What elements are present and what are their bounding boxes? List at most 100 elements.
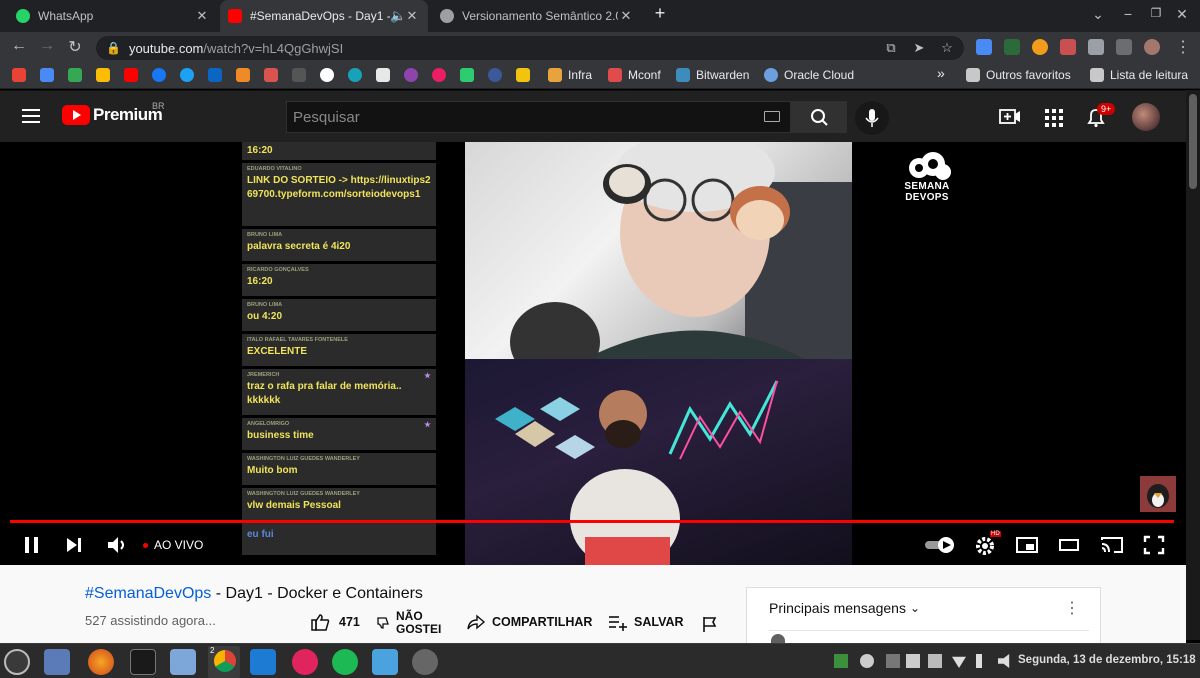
bookmark-icon[interactable] xyxy=(264,68,278,82)
bookmark-icon[interactable] xyxy=(348,68,362,82)
bookmark-icon[interactable] xyxy=(376,68,390,82)
app-icon[interactable] xyxy=(372,649,398,675)
bookmark-icon[interactable] xyxy=(516,68,530,82)
reload-icon[interactable]: ↻ xyxy=(64,37,86,57)
bookmark-star-icon[interactable]: ☆ xyxy=(938,40,956,56)
chat-filter-dropdown[interactable]: Principais mensagens ⌄ xyxy=(769,600,920,616)
volume-icon[interactable] xyxy=(998,654,1010,668)
hashtag-link[interactable]: #SemanaDevOps xyxy=(85,585,211,602)
apps-grid-icon[interactable] xyxy=(1043,107,1065,127)
vscode-icon[interactable] xyxy=(250,649,276,675)
spotify-icon[interactable] xyxy=(332,649,358,675)
tab-semver[interactable]: Versionamento Semântico 2.0 ✕ xyxy=(432,0,642,32)
share-button[interactable]: COMPARTILHAR xyxy=(466,613,592,631)
close-window-icon[interactable]: ✕ xyxy=(1172,6,1192,23)
autoplay-toggle[interactable] xyxy=(924,536,956,554)
bookmark-infra[interactable]: Infra xyxy=(548,68,592,82)
drive-icon[interactable] xyxy=(68,68,82,82)
photos-icon[interactable] xyxy=(96,68,110,82)
cast-icon[interactable] xyxy=(1100,535,1124,555)
youtube-logo[interactable]: Premium BR xyxy=(62,101,165,125)
close-icon[interactable]: ✕ xyxy=(404,8,420,24)
open-external-icon[interactable]: ⧉ xyxy=(882,40,900,56)
evernote-icon[interactable] xyxy=(460,68,474,82)
reading-list[interactable]: Lista de leitura xyxy=(1090,68,1188,82)
send-icon[interactable]: ➤ xyxy=(910,40,928,56)
youtube-icon[interactable] xyxy=(124,68,138,82)
firefox-icon[interactable] xyxy=(88,649,114,675)
live-progress-bar[interactable] xyxy=(10,520,1174,523)
show-desktop-icon[interactable] xyxy=(44,649,70,675)
like-button[interactable]: 471 xyxy=(311,613,360,631)
dislike-button[interactable]: NÃO GOSTEI xyxy=(376,610,441,636)
speaker-icon[interactable]: 🔈 xyxy=(390,8,406,24)
chat-app-icon[interactable] xyxy=(292,649,318,675)
extension-icon[interactable] xyxy=(1060,39,1076,55)
live-indicator[interactable]: AO VIVO xyxy=(143,538,203,552)
volume-icon[interactable] xyxy=(106,535,128,555)
extension-icon[interactable] xyxy=(1004,39,1020,55)
theater-mode-icon[interactable] xyxy=(1058,535,1080,555)
miniplayer-icon[interactable] xyxy=(1016,535,1038,555)
close-icon[interactable]: ✕ xyxy=(194,8,210,24)
keyboard-icon[interactable] xyxy=(764,111,780,122)
bookmark-icon[interactable] xyxy=(488,68,502,82)
facebook-icon[interactable] xyxy=(152,68,166,82)
linkedin-icon[interactable] xyxy=(208,68,222,82)
translate-icon[interactable] xyxy=(40,68,54,82)
medium-icon[interactable] xyxy=(320,68,334,82)
dribbble-icon[interactable] xyxy=(432,68,446,82)
more-options-icon[interactable]: ⋮ xyxy=(1064,598,1080,618)
wifi-icon[interactable] xyxy=(952,656,966,668)
bookmark-bitwarden[interactable]: Bitwarden xyxy=(676,68,749,82)
twitter-icon[interactable] xyxy=(180,68,194,82)
bookmark-oracle-cloud[interactable]: Oracle Cloud xyxy=(764,68,854,82)
more-bookmarks-button[interactable]: » xyxy=(937,65,945,81)
bookmark-icon[interactable] xyxy=(236,68,250,82)
tab-search-icon[interactable]: ⌄ xyxy=(1088,6,1108,23)
page-scrollbar[interactable] xyxy=(1186,90,1200,640)
profile-avatar[interactable] xyxy=(1144,39,1160,55)
search-button[interactable] xyxy=(791,101,847,133)
settings-icon[interactable] xyxy=(975,535,997,557)
terminal-icon[interactable] xyxy=(130,649,156,675)
puzzle-icon[interactable] xyxy=(1088,39,1104,55)
mint-menu-icon[interactable] xyxy=(4,649,30,675)
gmail-icon[interactable] xyxy=(12,68,26,82)
avatar[interactable] xyxy=(1132,103,1160,131)
tray-icon[interactable] xyxy=(834,654,848,668)
new-tab-button[interactable]: + xyxy=(650,3,670,24)
extension-icon[interactable] xyxy=(1032,39,1048,55)
close-icon[interactable]: ✕ xyxy=(618,8,634,24)
translate-icon[interactable] xyxy=(976,39,992,55)
search-input[interactable] xyxy=(293,108,753,126)
fullscreen-icon[interactable] xyxy=(1143,535,1165,555)
shield-icon[interactable] xyxy=(928,654,942,668)
next-icon[interactable] xyxy=(64,535,84,555)
channel-thumbnail[interactable] xyxy=(1140,476,1176,512)
pause-icon[interactable] xyxy=(22,535,42,555)
video-player[interactable]: 16:20 EDUARDO VITALINO LINK DO SORTEIO ->… xyxy=(0,142,1186,565)
reading-list-icon[interactable] xyxy=(1116,39,1132,55)
save-button[interactable]: SALVAR xyxy=(608,613,684,631)
bluetooth-icon[interactable] xyxy=(886,654,900,668)
report-flag-icon[interactable] xyxy=(701,615,719,633)
minimize-icon[interactable]: − xyxy=(1118,6,1138,22)
scrollbar-thumb[interactable] xyxy=(1189,94,1197,189)
files-icon[interactable] xyxy=(170,649,196,675)
github-icon[interactable] xyxy=(292,68,306,82)
bookmark-icon[interactable] xyxy=(404,68,418,82)
clock[interactable]: Segunda, 13 de dezembro, 15:18 xyxy=(1018,654,1196,666)
back-icon[interactable]: ← xyxy=(8,37,30,55)
battery-icon[interactable] xyxy=(976,654,982,668)
clipboard-icon[interactable] xyxy=(906,654,920,668)
menu-dots-icon[interactable]: ⋮ xyxy=(1172,37,1194,57)
create-video-icon[interactable] xyxy=(999,107,1021,127)
bookmark-mconf[interactable]: Mconf xyxy=(608,68,661,82)
forward-icon[interactable]: → xyxy=(36,37,58,55)
address-bar[interactable]: 🔒 youtube.com/watch?v=hL4QgGhwjSI ⧉ ➤ ☆ xyxy=(96,36,964,60)
voice-search-button[interactable] xyxy=(855,101,889,135)
bookmark-other[interactable]: Outros favoritos xyxy=(966,68,1071,82)
tab-youtube[interactable]: #SemanaDevOps - Day1 - 🔈 ✕ xyxy=(220,0,428,32)
chrome-taskbar-button[interactable]: 2 xyxy=(208,646,240,678)
